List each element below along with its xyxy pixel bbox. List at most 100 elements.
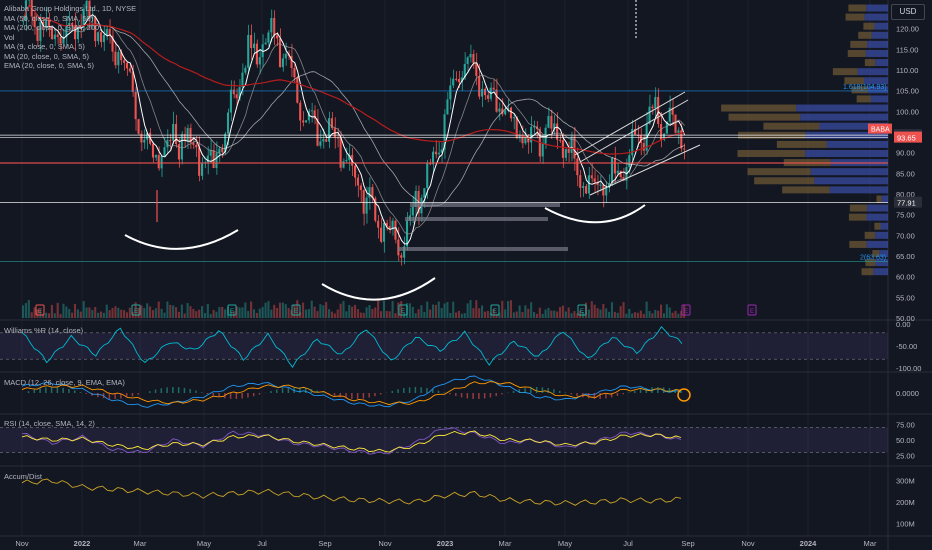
indicators: [0, 325, 888, 506]
candle-body: [267, 32, 270, 43]
candle-body: [486, 95, 489, 99]
macd-hist-bar: [241, 393, 243, 399]
volume-bar: [671, 312, 674, 318]
grid: [0, 0, 932, 550]
volume-bar: [111, 308, 114, 318]
macd-hist-bar: [304, 387, 307, 393]
macd-hist-bar: [651, 387, 653, 393]
williams-title[interactable]: Williams %R (14, close): [4, 326, 83, 335]
candle-body: [495, 89, 498, 112]
macd-hist-bar: [599, 393, 601, 399]
volume-bar: [466, 303, 469, 318]
volume-bar: [316, 311, 319, 318]
profile-bar-down: [763, 122, 820, 130]
volume-bar: [328, 309, 331, 318]
legend-ma50[interactable]: MA (50, close, 0, SMA, 50): [4, 14, 136, 24]
macd-hist-bar: [252, 393, 255, 397]
macd-hist-bar: [206, 393, 209, 395]
accum-title[interactable]: Accum/Dist: [4, 472, 42, 481]
macd-hist-bar: [125, 393, 128, 398]
volume-bar: [616, 312, 619, 318]
candle-body: [229, 89, 232, 113]
volume-bar: [325, 302, 328, 318]
volume-bar: [273, 304, 276, 318]
volume-bar: [478, 308, 481, 318]
volume-bar: [143, 307, 146, 318]
macd-hist-bar: [558, 390, 561, 393]
macd-hist-bar: [657, 387, 659, 393]
legend-ma200[interactable]: MA (200, close, 0, SMA, 200): [4, 23, 136, 33]
candle-body: [567, 148, 570, 153]
volume-bar: [391, 301, 394, 318]
volume-bar: [662, 313, 665, 318]
candle-body: [244, 67, 247, 73]
volume-bar: [553, 310, 556, 318]
volume-bar: [599, 309, 602, 318]
volume-bar: [457, 310, 461, 318]
macd-hist-bar: [639, 389, 642, 393]
volume-bar: [665, 304, 668, 318]
profile-bar-down: [747, 168, 811, 176]
currency-button[interactable]: USD: [891, 4, 925, 20]
candle-body: [475, 62, 478, 76]
volume-bar: [639, 310, 642, 318]
candle-body: [186, 127, 189, 141]
time-tick: May: [197, 539, 211, 548]
candle-body: [250, 34, 253, 49]
volume-bar: [371, 309, 374, 318]
candle-body: [293, 68, 296, 78]
volume-bar: [481, 305, 484, 318]
candle-body: [677, 130, 680, 133]
volume-bar: [221, 306, 224, 318]
volume-bar: [674, 310, 677, 318]
macd-title[interactable]: MACD (12, 26, close, 9, EMA, EMA): [4, 378, 125, 387]
macd-hist-bar: [547, 388, 549, 393]
chart-canvas[interactable]: 1.618(104.93) 2(63.63) E E E E E E E E E 120.00 115…: [0, 0, 932, 550]
macd-hist-bar: [218, 393, 220, 398]
earnings-marker-label: E: [684, 309, 688, 315]
macd-hist-bar: [368, 393, 370, 398]
volume-bar: [524, 305, 527, 318]
indicator-tick: 100M: [896, 519, 915, 528]
macd-hist-bar: [235, 393, 238, 399]
indicator-band: [0, 427, 888, 453]
candle-body: [304, 120, 308, 123]
price-tick: 60.00: [896, 273, 915, 282]
macd-hist-bar: [293, 387, 295, 393]
macd-hist-bar: [229, 393, 232, 399]
volume-bar: [333, 313, 336, 318]
volume-bar: [677, 313, 680, 318]
macd-hist-bar: [351, 393, 353, 399]
volume-bar: [261, 306, 264, 318]
volume-bar: [241, 307, 244, 318]
symbol-title[interactable]: Alibaba Group Holdings Ltd., 1D, NYSE: [4, 4, 136, 14]
profile-bar-up: [810, 168, 888, 176]
legend-ema20[interactable]: EMA (20, close, 0, SMA, 5): [4, 61, 136, 71]
macd-hist-bar: [443, 392, 445, 393]
volume-bar: [97, 312, 100, 318]
legend-ma9[interactable]: MA (9, close, 0, SMA, 5): [4, 42, 136, 52]
macd-hist-bar: [587, 393, 590, 399]
legend-ma20[interactable]: MA (20, close, 0, SMA, 5): [4, 52, 136, 62]
volume-bar: [200, 306, 204, 318]
legend-vol[interactable]: Vol: [4, 33, 136, 43]
volume-bar: [377, 300, 380, 318]
profile-bar-down: [876, 195, 882, 203]
channel-upper2: [579, 99, 689, 163]
macd-hist-bar: [374, 393, 376, 397]
candle-body: [683, 148, 686, 150]
volume-bar: [408, 303, 411, 318]
volume-bar: [114, 306, 117, 318]
volume-bar: [587, 309, 590, 318]
volume-bar: [544, 309, 547, 318]
candle-body: [590, 175, 593, 179]
rsi-title[interactable]: RSI (14, close, SMA, 14, 2): [4, 419, 95, 428]
macd-hist-bar: [431, 389, 434, 393]
indicator-tick: 75.00: [896, 420, 915, 429]
candle-body: [547, 115, 550, 128]
volume-bar: [30, 312, 33, 318]
A/D-line: [21, 478, 682, 506]
macd-hist-bar: [478, 393, 480, 399]
macd-hist-bar: [68, 388, 70, 393]
macd-hist-bar: [62, 387, 64, 393]
